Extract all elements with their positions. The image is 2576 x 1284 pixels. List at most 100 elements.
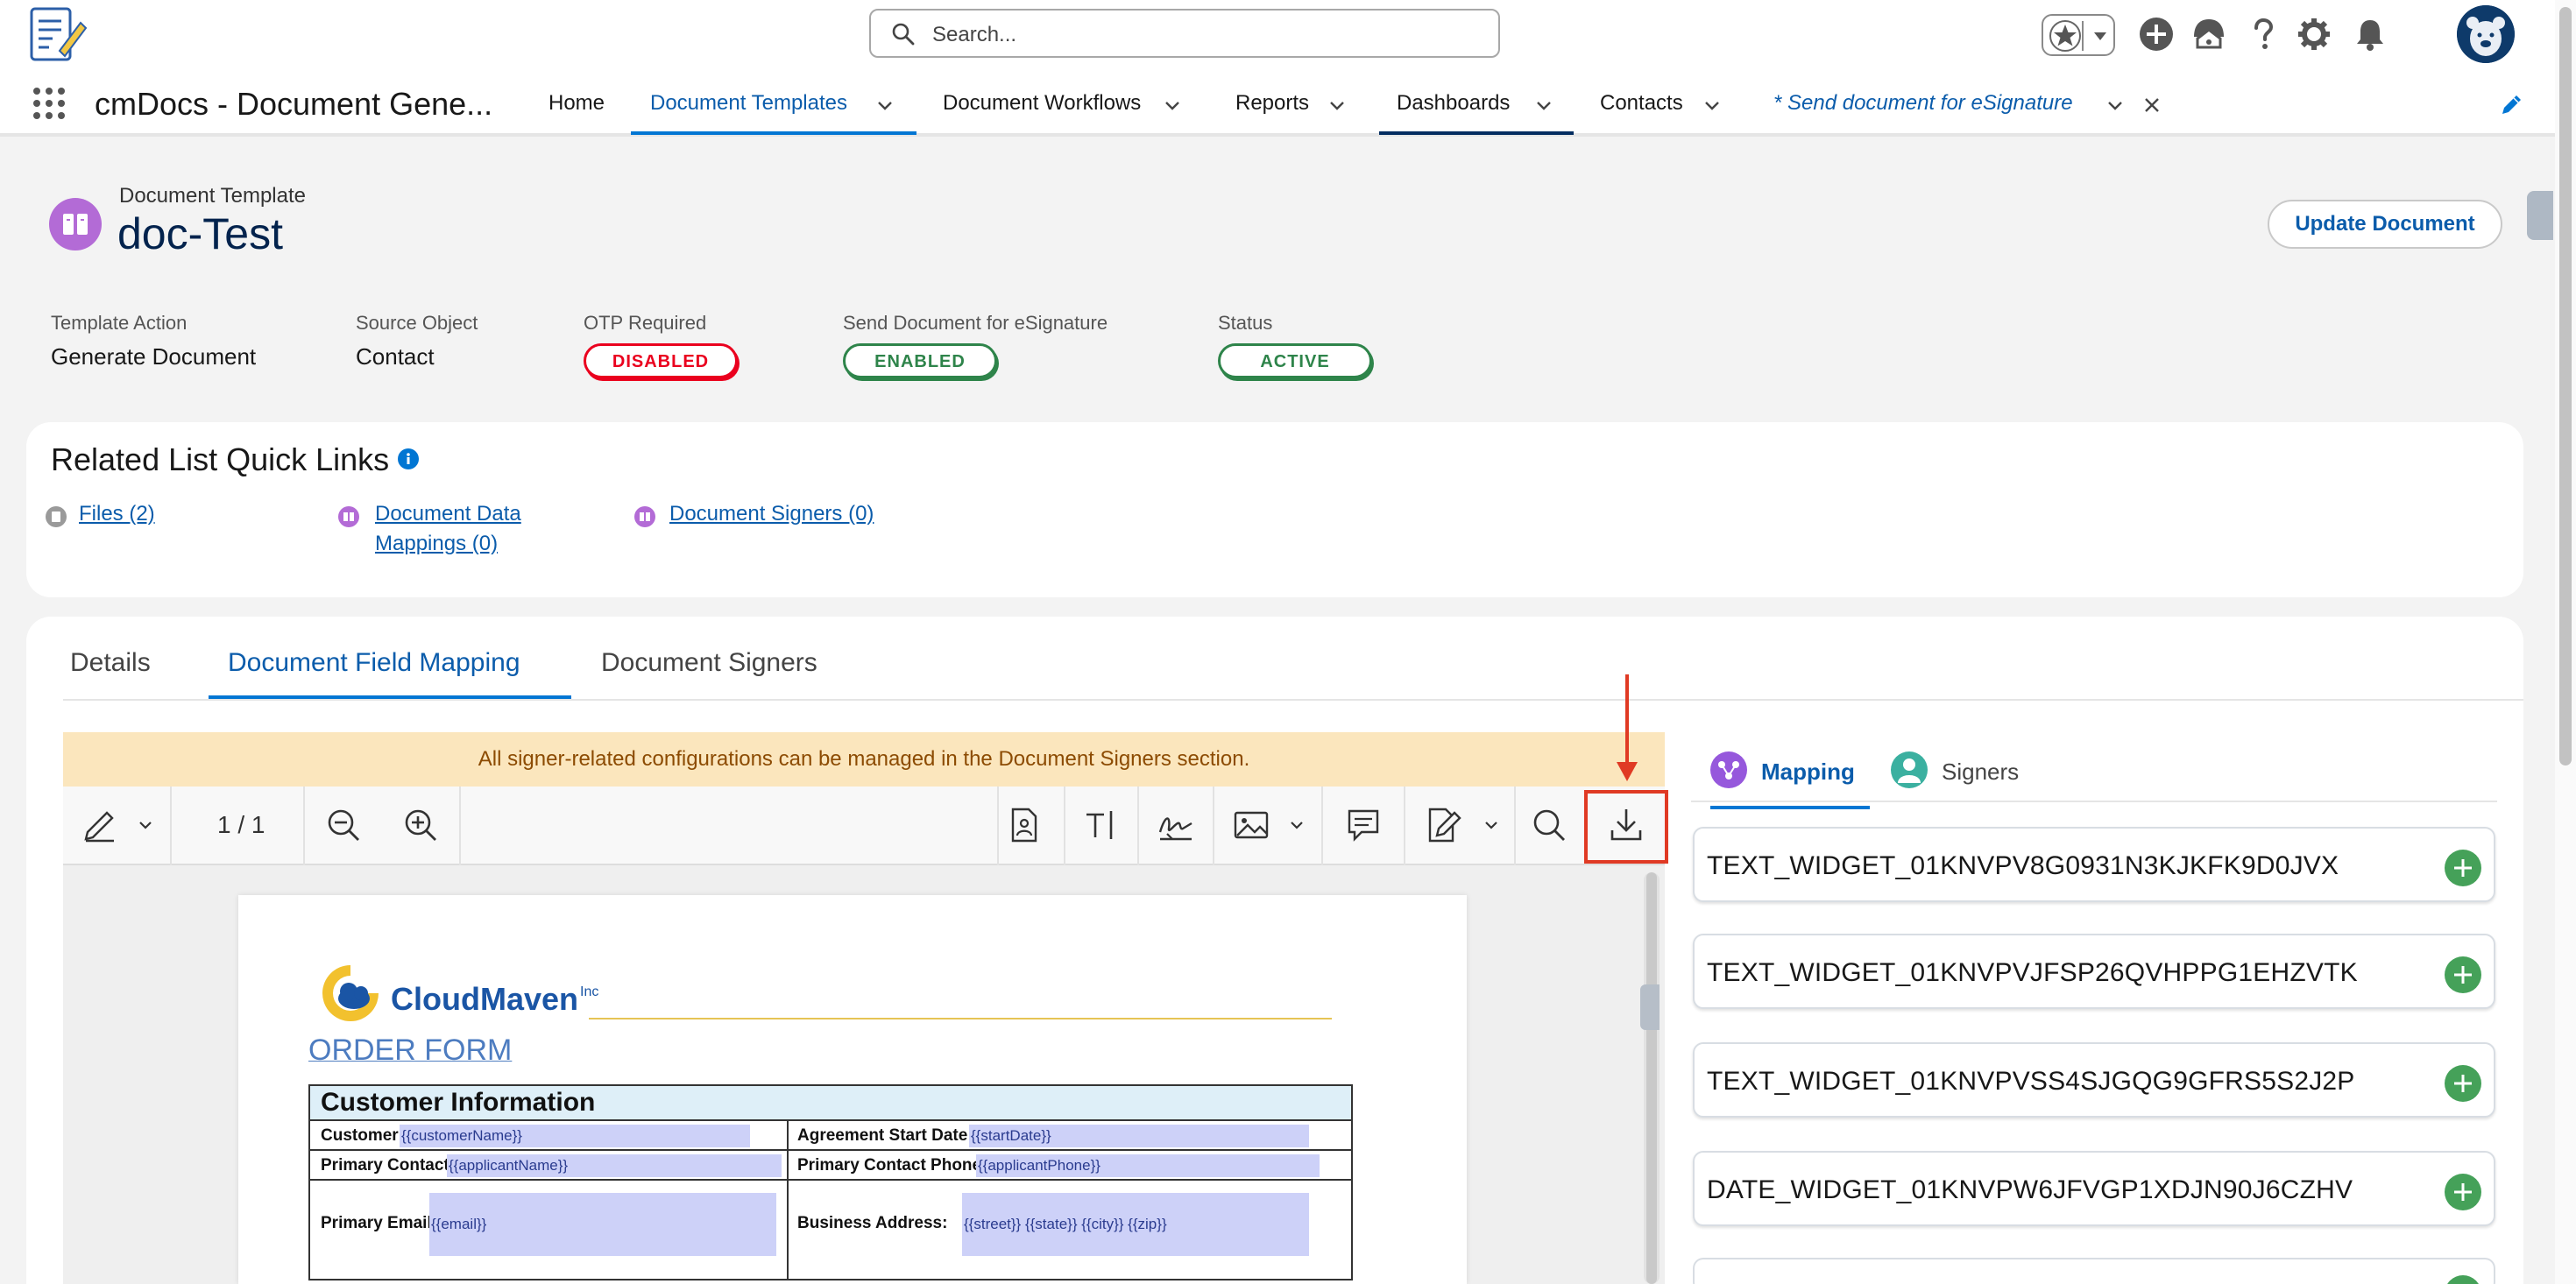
chevron-down-icon[interactable] <box>1702 95 1723 116</box>
search-icon <box>892 23 915 46</box>
mapping-widget-item[interactable]: DATE_WIDGET_01KNVPW6JFVGP1XDJN90J6CZHV <box>1693 1151 2495 1226</box>
text-field-icon[interactable] <box>1081 806 1120 844</box>
nav-item-label: Document Workflows <box>943 91 1142 115</box>
related-link-files[interactable]: Files (2) <box>79 499 155 529</box>
mapping-widget-item[interactable]: TEXT_WIDGET_01KNVPVJFSP26QVHPPG1EHZVTK <box>1693 934 2495 1009</box>
zoom-out-icon[interactable] <box>324 806 363 844</box>
pdf-scrollbar-thumb[interactable] <box>1646 872 1657 1284</box>
toolbar-separator <box>170 787 172 865</box>
add-mapping-button[interactable] <box>2445 1174 2481 1210</box>
mapping-icon <box>1710 751 1747 788</box>
add-icon[interactable] <box>2138 16 2175 53</box>
global-search-input[interactable]: Search... <box>869 9 1500 58</box>
search-icon[interactable] <box>1530 806 1568 844</box>
record-type-label: Document Template <box>119 184 306 208</box>
help-icon[interactable] <box>2245 16 2282 53</box>
mapping-widget-item[interactable]: TEXT_WIDGET_01KNVPV8G0931N3KJKFK9D0JVX <box>1693 827 2495 902</box>
related-link-document-signers[interactable]: Document Signers (0) <box>669 499 874 529</box>
edit-sign-icon[interactable] <box>1423 806 1461 844</box>
app-launcher-icon[interactable] <box>32 86 67 121</box>
chevron-down-icon[interactable] <box>1162 95 1183 116</box>
template-token[interactable]: {{applicantPhone}} <box>976 1154 1320 1177</box>
mapping-widget-item[interactable]: TEXT_WIDGET_01KNVPVSS4SJGQG9GFRS5S2J2P <box>1693 1042 2495 1118</box>
field-label: Source Object <box>356 312 478 334</box>
nav-item-contacts[interactable]: Contacts <box>1582 74 1740 135</box>
zoom-in-icon[interactable] <box>401 806 440 844</box>
column-divider <box>787 1121 789 1279</box>
chevron-down-icon[interactable] <box>874 95 895 116</box>
add-mapping-button[interactable] <box>2445 1065 2481 1102</box>
chevron-down-icon[interactable] <box>1288 816 1306 834</box>
brand-name: CloudMaven <box>391 981 579 1017</box>
chevron-down-icon[interactable] <box>137 816 154 834</box>
nav-item-dashboards[interactable]: Dashboards <box>1379 74 1574 135</box>
template-token[interactable]: {{street}} {{state}} {{city}} {{zip}} <box>962 1193 1309 1256</box>
nav-item-document-workflows[interactable]: Document Workflows <box>925 74 1206 135</box>
cloudmaven-logo-icon <box>322 965 379 1021</box>
field-status: Status ACTIVE <box>1218 312 1372 378</box>
related-link-document-data-mappings[interactable]: Document Data Mappings (0) <box>375 499 550 559</box>
favorites-star-icon[interactable] <box>2049 19 2082 53</box>
chevron-down-icon[interactable] <box>1483 816 1500 834</box>
nav-item-home[interactable]: Home <box>533 74 629 135</box>
pdf-scrollbar[interactable] <box>1644 872 1660 1284</box>
trailhead-icon[interactable] <box>2190 16 2227 53</box>
chevron-down-icon[interactable] <box>2089 25 2112 47</box>
nav-item-reports[interactable]: Reports <box>1218 74 1367 135</box>
header-rule <box>589 1018 1332 1019</box>
files-icon <box>46 506 67 527</box>
nav-item-label: Home <box>548 91 605 115</box>
tab-document-field-mapping[interactable]: Document Field Mapping <box>228 648 520 678</box>
chevron-down-icon[interactable] <box>1533 95 1554 116</box>
field-label: Template Action <box>51 312 188 334</box>
field-send-document-esignature: Send Document for eSignature ENABLED <box>843 312 1108 378</box>
setup-gear-icon[interactable] <box>2296 16 2332 53</box>
chevron-down-icon[interactable] <box>2105 95 2126 116</box>
nav-item-document-templates[interactable]: Document Templates <box>631 74 916 135</box>
window-scrollbar[interactable] <box>2555 0 2576 1284</box>
nav-item-send-document-esignature[interactable]: * Send document for eSignature <box>1756 74 2176 135</box>
book-icon <box>640 512 650 521</box>
app-name: cmDocs - Document Gene... <box>95 86 493 122</box>
signature-icon[interactable] <box>1157 806 1195 844</box>
user-avatar[interactable] <box>2457 5 2515 63</box>
favorites-button[interactable] <box>2042 14 2115 56</box>
file-glyph-icon <box>52 511 60 522</box>
close-tab-icon[interactable] <box>2141 95 2162 116</box>
red-arrow-indicator-icon <box>1617 674 1638 781</box>
annotate-pen-icon[interactable] <box>81 806 119 844</box>
template-token[interactable]: {{applicantName}} <box>447 1154 782 1177</box>
notifications-bell-icon[interactable] <box>2352 16 2388 53</box>
add-mapping-button[interactable] <box>2445 956 2481 993</box>
cmdocs-logo-icon[interactable] <box>26 5 89 68</box>
book-icon <box>343 512 354 521</box>
toolbar-separator <box>1137 787 1139 865</box>
info-icon[interactable] <box>398 448 419 469</box>
row-divider <box>310 1149 1351 1151</box>
plus-icon <box>2454 1075 2472 1092</box>
cell-label: Primary Contact: <box>321 1156 456 1175</box>
update-document-button[interactable]: Update Document <box>2268 200 2502 249</box>
plus-icon <box>2454 1183 2472 1201</box>
tab-details[interactable]: Details <box>70 648 151 678</box>
form-field-icon[interactable] <box>1004 806 1043 844</box>
tab-document-signers[interactable]: Document Signers <box>601 648 817 678</box>
template-token[interactable]: {{email}} <box>429 1193 776 1256</box>
field-label: Send Document for eSignature <box>843 312 1108 334</box>
add-mapping-button[interactable] <box>2445 850 2481 886</box>
window-scrollbar-thumb[interactable] <box>2559 7 2572 765</box>
related-list-title: Related List Quick Links <box>51 441 390 477</box>
chevron-down-icon[interactable] <box>1327 95 1348 116</box>
toolbar-separator <box>1321 787 1323 865</box>
related-list-quick-links-card: Related List Quick Links Files (2) Docum… <box>26 422 2523 597</box>
pdf-panel-collapse-handle[interactable] <box>1640 984 1660 1030</box>
info-glyph-icon <box>407 453 410 464</box>
edit-nav-pencil-icon[interactable] <box>2499 91 2525 117</box>
mapping-widget-item-partial[interactable] <box>1693 1258 2495 1284</box>
add-mapping-button[interactable] <box>2445 1275 2481 1284</box>
template-token[interactable]: {{customerName}} <box>400 1125 750 1147</box>
comment-icon[interactable] <box>1344 806 1383 844</box>
utility-panel-toggle[interactable] <box>2527 191 2553 240</box>
template-token[interactable]: {{startDate}} <box>969 1125 1309 1147</box>
image-icon[interactable] <box>1232 806 1270 844</box>
